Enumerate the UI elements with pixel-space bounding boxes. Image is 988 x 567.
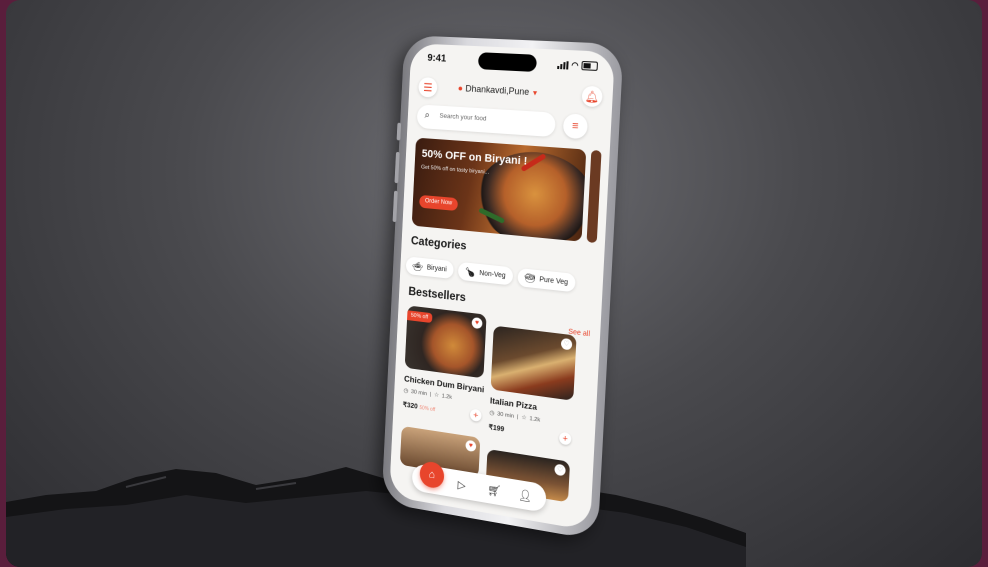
location-label: Dhankavdi,Pune bbox=[465, 83, 530, 97]
bell-icon: 🔔︎ bbox=[584, 90, 600, 104]
product-card[interactable]: ♡ Italian Pizza ◷ 30 min | ☆ 1.2k ₹199 + bbox=[488, 325, 577, 446]
favorite-heart-icon[interactable]: ♥ bbox=[471, 317, 483, 330]
product-time: 30 min bbox=[496, 411, 515, 420]
order-now-button[interactable]: Order Now bbox=[419, 194, 459, 212]
nav-profile[interactable]: 👤︎ bbox=[514, 483, 537, 509]
product-price: ₹320 bbox=[402, 401, 418, 411]
wifi-icon: ◠ bbox=[571, 60, 579, 71]
chevron-down-icon: ▼ bbox=[531, 90, 539, 98]
promo-banner[interactable]: 50% OFF on Biryani ! Get 50% off on tast… bbox=[411, 137, 587, 242]
favorite-heart-icon[interactable]: ♥ bbox=[465, 439, 477, 453]
home-icon: ⌂ bbox=[428, 468, 436, 482]
drumstick-icon: 🍗︎ bbox=[464, 265, 476, 277]
category-pure-veg[interactable]: 🥗︎ Pure Veg bbox=[516, 267, 576, 293]
clock-icon: ◷ bbox=[403, 388, 409, 395]
product-price: ₹199 bbox=[488, 424, 505, 434]
favorite-heart-icon[interactable]: ♡ bbox=[560, 337, 573, 351]
star-icon: ☆ bbox=[521, 414, 527, 422]
product-rating: 1.2k bbox=[529, 416, 541, 424]
category-biryani[interactable]: 🍲︎ Biryani bbox=[405, 256, 454, 280]
product-card[interactable]: 50% off ♥ Chicken Dum Biryani ◷ 30 min |… bbox=[402, 305, 487, 423]
location-pin-icon: ● bbox=[457, 83, 464, 94]
search-placeholder: Search your food bbox=[439, 112, 487, 123]
discount-badge: 50% off bbox=[407, 310, 433, 324]
top-bar: ☰ ● Dhankavdi,Pune ▼ 🔔︎ bbox=[418, 76, 603, 109]
veg-icon: 🥗︎ bbox=[523, 272, 536, 284]
product-time: 30 min bbox=[410, 389, 428, 398]
next-banner-peek[interactable] bbox=[586, 149, 602, 244]
category-label: Pure Veg bbox=[539, 275, 569, 286]
battery-icon bbox=[581, 60, 599, 71]
filter-button[interactable]: ≡ bbox=[562, 113, 589, 140]
banner-title: 50% OFF on Biryani ! bbox=[421, 147, 528, 168]
promo-stage: 9:41 ◠ ☰ ● Dhankavdi,Pune ▼ 🔔︎ ⌕ Search … bbox=[6, 0, 982, 567]
category-label: Biryani bbox=[426, 263, 447, 273]
dynamic-island bbox=[477, 52, 538, 73]
clock-icon: ◷ bbox=[489, 410, 495, 417]
search-icon: ⌕ bbox=[424, 109, 431, 121]
cellular-icon bbox=[557, 60, 569, 70]
star-icon: ☆ bbox=[433, 392, 439, 399]
bestsellers-title: Bestsellers bbox=[408, 285, 467, 305]
product-rating: 1.2k bbox=[441, 393, 453, 401]
nav-cart[interactable]: 🛒︎ bbox=[483, 477, 505, 502]
biryani-icon: 🍲︎ bbox=[412, 260, 424, 272]
notifications-button[interactable]: 🔔︎ bbox=[581, 85, 603, 108]
favorite-heart-icon[interactable]: ♡ bbox=[554, 463, 566, 477]
product-image: 50% off ♥ bbox=[404, 305, 487, 379]
status-time: 9:41 bbox=[427, 52, 447, 65]
user-icon: 👤︎ bbox=[518, 488, 533, 503]
product-image: ♡ bbox=[490, 325, 577, 401]
product-discount: 50% off bbox=[419, 405, 436, 414]
category-label: Non-Veg bbox=[479, 269, 506, 280]
app-screen: 9:41 ◠ ☰ ● Dhankavdi,Pune ▼ 🔔︎ ⌕ Search … bbox=[389, 43, 615, 531]
phone-mockup: 9:41 ◠ ☰ ● Dhankavdi,Pune ▼ 🔔︎ ⌕ Search … bbox=[381, 35, 624, 541]
search-input[interactable]: ⌕ Search your food bbox=[416, 104, 556, 138]
menu-icon: ☰ bbox=[422, 81, 433, 94]
nav-play[interactable]: ▷ bbox=[451, 472, 473, 497]
cart-icon: 🛒︎ bbox=[487, 483, 502, 498]
filter-icon: ≡ bbox=[571, 119, 579, 133]
menu-button[interactable]: ☰ bbox=[418, 76, 438, 98]
category-non-veg[interactable]: 🍗︎ Non-Veg bbox=[457, 261, 513, 286]
status-icons: ◠ bbox=[557, 60, 599, 71]
categories-list: 🍲︎ Biryani 🍗︎ Non-Veg 🥗︎ Pure Veg bbox=[405, 256, 576, 293]
location-selector[interactable]: ● Dhankavdi,Pune ▼ bbox=[458, 83, 539, 97]
categories-title: Categories bbox=[410, 235, 467, 253]
play-icon: ▷ bbox=[457, 478, 466, 492]
